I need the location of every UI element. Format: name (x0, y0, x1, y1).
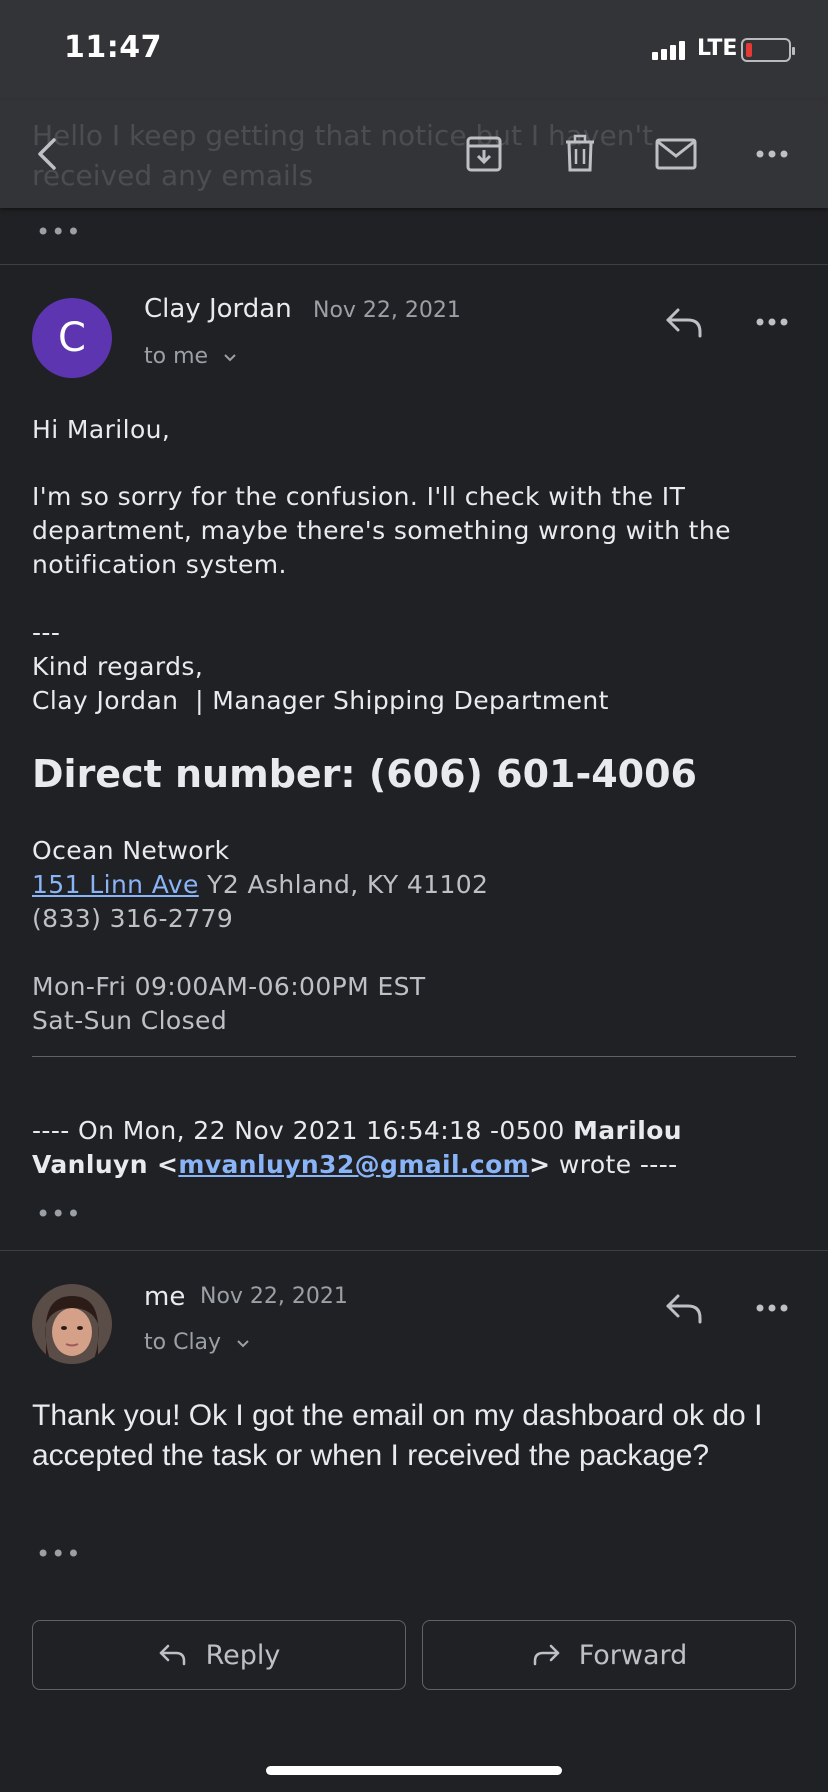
status-bar: 11:47 LTE (0, 0, 828, 100)
address-rest: Y2 Ashland, KY 41102 (198, 870, 489, 899)
regards: Kind regards, (32, 652, 204, 681)
sender-name: Clay Jordan (144, 294, 292, 324)
mail-icon[interactable] (650, 128, 702, 180)
forward-icon (533, 1644, 559, 1666)
home-indicator[interactable] (266, 1766, 562, 1775)
quote-prefix: ---- On Mon, 22 Nov 2021 16:54:18 -0500 (32, 1116, 573, 1145)
company-address: 151 Linn Ave Y2 Ashland, KY 41102 (32, 868, 488, 902)
forward-label: Forward (578, 1639, 688, 1671)
reply-button[interactable]: Reply (32, 1620, 406, 1690)
recipient-toggle[interactable]: to Clay (144, 1330, 250, 1355)
message-date: Nov 22, 2021 (200, 1284, 348, 1309)
recipient-toggle[interactable]: to me (144, 344, 237, 369)
signal-icon (652, 40, 685, 60)
divider (0, 264, 828, 265)
reply-icon[interactable] (662, 302, 706, 342)
quote-lt: < (147, 1150, 179, 1179)
recipient-label: to Clay (144, 1330, 222, 1355)
message-date: Nov 22, 2021 (313, 298, 461, 323)
avatar: C (32, 298, 112, 378)
reply-label: Reply (205, 1639, 281, 1671)
hours-weekdays: Mon-Fri 09:00AM-06:00PM EST (32, 972, 426, 1001)
signature-name: Clay Jordan | Manager Shipping Departmen… (32, 686, 609, 715)
trash-icon[interactable] (554, 128, 606, 180)
quote-gt: > (529, 1150, 551, 1179)
sender-name: me (144, 1282, 186, 1312)
subject-behind-toolbar: Hello I keep getting that notice but I h… (32, 119, 654, 192)
more-icon[interactable] (750, 312, 794, 332)
status-time: 11:47 (64, 30, 162, 65)
company-phone: (833) 316-2779 (32, 904, 234, 933)
reply-icon (159, 1644, 185, 1666)
quote-email-link[interactable]: mvanluyn32@gmail.com (178, 1150, 529, 1179)
more-icon[interactable] (750, 1298, 794, 1318)
email-toolbar: Hello I keep getting that notice but I h… (0, 100, 828, 208)
direct-number: Direct number: (606) 601-4006 (32, 752, 697, 796)
quote-suffix: wrote ---- (550, 1150, 678, 1179)
message-paragraph: I'm so sorry for the confusion. I'll che… (32, 482, 731, 579)
collapsed-messages-dots[interactable]: ••• (36, 218, 81, 246)
greeting: Hi Marilou, (32, 415, 171, 444)
signature-separator: --- (32, 618, 61, 647)
message-body: Thank you! Ok I got the email on my dash… (32, 1399, 763, 1472)
reply-icon[interactable] (662, 1288, 706, 1328)
profile-photo (32, 1284, 112, 1364)
forward-button[interactable]: Forward (422, 1620, 796, 1690)
archive-icon[interactable] (458, 128, 510, 180)
back-icon[interactable] (22, 128, 74, 180)
more-icon[interactable] (746, 128, 798, 180)
avatar (32, 1284, 112, 1364)
divider (0, 1250, 828, 1251)
network-label: LTE (697, 36, 738, 61)
quoted-header: ---- On Mon, 22 Nov 2021 16:54:18 -0500 … (32, 1114, 802, 1182)
show-trimmed-dots[interactable]: ••• (36, 1540, 81, 1568)
recipient-label: to me (144, 344, 209, 369)
chevron-down-icon (224, 354, 236, 362)
company-name: Ocean Network (32, 836, 230, 865)
show-trimmed-dots[interactable]: ••• (36, 1200, 81, 1228)
chevron-down-icon (237, 1340, 249, 1348)
address-link[interactable]: 151 Linn Ave (32, 870, 199, 899)
hours-weekend: Sat-Sun Closed (32, 1006, 228, 1035)
signature-rule (32, 1056, 796, 1057)
battery-icon (741, 38, 795, 62)
